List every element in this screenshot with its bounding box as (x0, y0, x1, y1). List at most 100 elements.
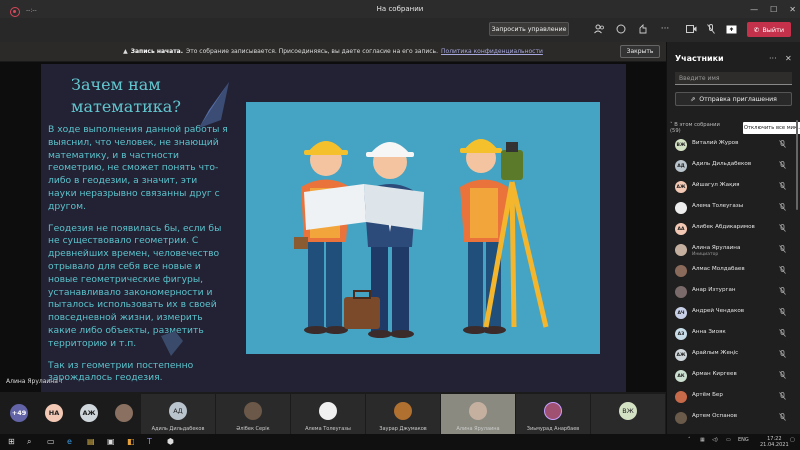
mic-off-icon[interactable] (779, 329, 786, 339)
surveyors-illustration (246, 102, 600, 354)
edge-icon[interactable]: e (67, 437, 72, 446)
mic-off-icon[interactable] (779, 161, 786, 171)
tray-chevron-icon[interactable]: ˄ (688, 437, 691, 443)
participant-row[interactable]: АД Адиль Дильдабеков (667, 157, 800, 178)
file-explorer-icon[interactable]: ▤ (87, 437, 95, 446)
participant-row[interactable]: АК Арман Киргеев (667, 367, 800, 388)
network-icon[interactable]: ▦ (700, 437, 705, 443)
participants-panel: Участники ··· ✕ Введите имя ⇗ Отправка п… (666, 42, 800, 434)
participant-search-input[interactable]: Введите имя (675, 72, 792, 85)
participant-row[interactable]: Алмас Молдабаев (667, 262, 800, 283)
participant-row[interactable]: АЗ Анна Зиояк (667, 325, 800, 346)
participant-row[interactable]: АЖ Арайлым Жеңіс (667, 346, 800, 367)
battery-icon[interactable]: ▭ (726, 437, 731, 443)
reactions-icon[interactable] (636, 23, 650, 35)
participant-photo-avatar[interactable] (115, 404, 133, 422)
participant-row[interactable]: Алема Толеугазы (667, 199, 800, 220)
chat-icon[interactable] (614, 23, 628, 35)
section-header[interactable]: ˅ В этом собрании (59) (670, 122, 720, 134)
notifications-icon[interactable]: ▢ (790, 437, 795, 443)
recording-banner: ▲ Запись начата. Это собрание записывает… (0, 42, 666, 62)
leave-button[interactable]: ✆ Выйти (747, 22, 791, 37)
mic-off-icon[interactable] (779, 266, 786, 276)
participant-avatar (675, 391, 687, 403)
participant-role: Инициатор (692, 252, 719, 257)
participant-avatar[interactable]: НА (45, 404, 63, 422)
tile-avatar (544, 402, 562, 420)
participant-avatar: АД (675, 160, 687, 172)
taskbar-clock[interactable]: 17:22 21.04.2021 (760, 436, 789, 448)
participant-row[interactable]: Артем Оспанов (667, 409, 800, 430)
participant-row[interactable]: АЖ Айшагул Жақия (667, 178, 800, 199)
minimize-icon[interactable]: — (750, 5, 758, 14)
participant-name: Анар Изтурган (692, 287, 736, 293)
participant-row[interactable]: Алина Ярулаина Инициатор (667, 241, 800, 262)
banner-text: Это собрание записывается. Присоединяясь… (186, 48, 439, 55)
video-tile[interactable]: АД Адиль Дильдабеков (141, 394, 215, 434)
language-indicator[interactable]: ENG (738, 437, 749, 443)
tile-avatar: ВЖ (619, 402, 637, 420)
mic-off-icon[interactable] (779, 371, 786, 381)
participant-row[interactable]: Анар Изтурган (667, 283, 800, 304)
mic-off-icon[interactable] (779, 287, 786, 297)
send-invite-button[interactable]: ⇗ Отправка приглашения (675, 92, 792, 106)
camera-icon[interactable] (684, 23, 698, 35)
video-tile[interactable]: Әлібек Серік (216, 394, 290, 434)
window-title: На собрании (376, 5, 424, 13)
panel-more-icon[interactable]: ··· (769, 54, 777, 63)
video-tile[interactable]: Алема Толеугазы (291, 394, 365, 434)
invite-label: Отправка приглашения (699, 95, 777, 103)
panel-scrollbar[interactable] (796, 120, 798, 210)
mic-off-icon[interactable] (779, 413, 786, 423)
mic-off-icon[interactable] (779, 308, 786, 318)
maximize-icon[interactable]: ☐ (770, 5, 777, 14)
participant-avatar[interactable]: АЖ (80, 404, 98, 422)
mic-off-icon[interactable] (779, 245, 786, 255)
volume-icon[interactable]: ◁) (712, 437, 718, 443)
store-icon[interactable]: ▣ (107, 437, 115, 446)
mic-off-icon[interactable] (779, 182, 786, 192)
banner-close-button[interactable]: Закрыть (620, 45, 660, 58)
banner-bold: Запись начата. (130, 48, 184, 55)
share-screen-icon[interactable] (724, 23, 738, 35)
panel-close-icon[interactable]: ✕ (785, 54, 792, 63)
overflow-count-badge[interactable]: +49 (10, 404, 28, 422)
mic-off-icon[interactable] (779, 140, 786, 150)
cube-decoration (161, 331, 183, 356)
teams-meeting-icon[interactable]: ⬢ (167, 437, 174, 446)
close-window-icon[interactable]: ✕ (789, 5, 796, 14)
video-tile[interactable]: Зиьмурад Анарбаев (516, 394, 590, 434)
video-tile[interactable]: ВЖ (591, 394, 665, 434)
window-titlebar: На собрании — ☐ ✕ (0, 0, 800, 18)
mic-off-icon[interactable] (779, 224, 786, 234)
request-control-button[interactable]: Запросить управление (489, 22, 569, 36)
windows-start-icon[interactable]: ⊞ (8, 437, 15, 446)
mic-off-icon[interactable] (779, 392, 786, 402)
video-tile[interactable]: Заурар Джумаков (366, 394, 440, 434)
slide-body: В ходе выполнения данной работы я выясни… (48, 124, 228, 392)
video-tile-live[interactable]: Алина Ярулаина (441, 394, 515, 434)
participant-row[interactable]: АЧ Андрей Чендаков (667, 304, 800, 325)
prism-decoration (199, 82, 229, 128)
meeting-timer: --:-- (26, 7, 37, 14)
participant-name: Адиль Дильдабеков (692, 161, 752, 167)
participant-name: Анна Зиояк (692, 329, 726, 335)
office-icon[interactable]: ◧ (127, 437, 135, 446)
task-view-icon[interactable]: ▭ (47, 437, 55, 446)
slide-paragraph: Геодезия не появилась бы, если бы не сущ… (48, 222, 222, 349)
teams-icon[interactable]: T (147, 437, 152, 446)
participant-row[interactable]: АА Алибек Абдикаримов (667, 220, 800, 241)
participant-row[interactable]: Артём Бер (667, 388, 800, 409)
recording-icon (10, 7, 20, 17)
participant-row[interactable]: ВЖ Виталий Журов (667, 136, 800, 157)
mic-off-icon[interactable] (779, 350, 786, 360)
taskbar-search-icon[interactable]: ⌕ (27, 437, 31, 447)
participant-avatar: АЗ (675, 328, 687, 340)
mute-all-button[interactable]: Отключить все мик... (743, 122, 800, 134)
privacy-policy-link[interactable]: Политика конфиденциальности (441, 48, 543, 55)
mic-off-icon[interactable] (704, 23, 718, 35)
participants-icon[interactable] (592, 23, 606, 35)
window-controls: — ☐ ✕ (750, 0, 796, 18)
more-options-icon[interactable]: ··· (658, 23, 672, 35)
mic-off-icon[interactable] (779, 203, 786, 213)
